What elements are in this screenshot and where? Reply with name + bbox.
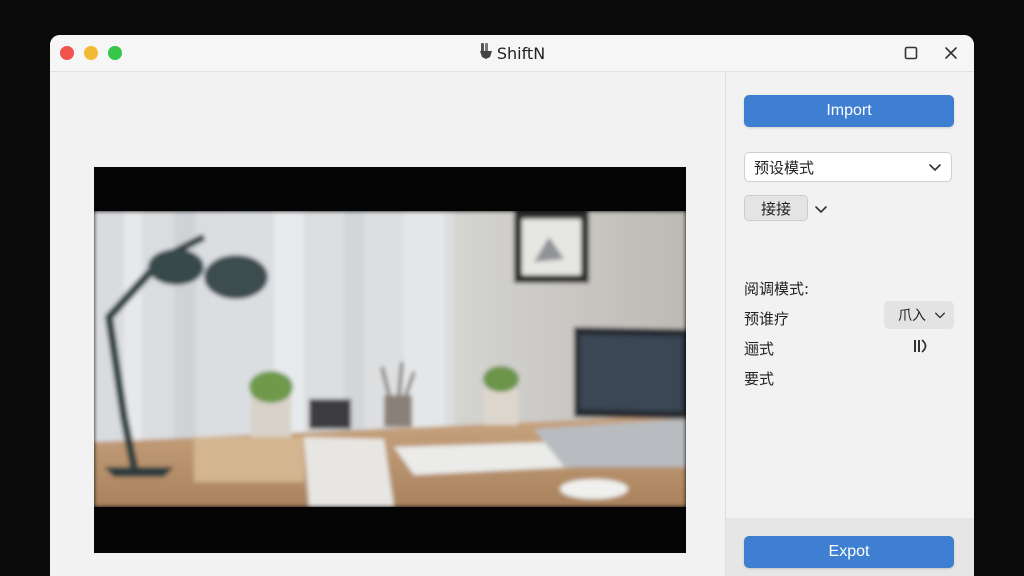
chevron-down-icon bbox=[928, 160, 942, 178]
row1-select-value: 爪入 bbox=[898, 308, 926, 324]
desk-photo bbox=[94, 167, 686, 553]
window-restore-icon[interactable] bbox=[900, 42, 922, 64]
app-logo-icon bbox=[479, 42, 493, 64]
window-maximize-button[interactable] bbox=[108, 46, 122, 60]
option-button[interactable]: 接接 bbox=[744, 195, 808, 221]
export-area: Expot bbox=[726, 518, 974, 576]
settings-sidebar: Import 预设模式 接接 阅调模式: 预谁疗 爪入 逦式 要式 Expot bbox=[726, 72, 974, 576]
title-bar: ShiftN bbox=[50, 35, 974, 72]
chevron-down-icon[interactable] bbox=[814, 201, 828, 220]
chevron-down-icon bbox=[934, 309, 946, 325]
export-button[interactable]: Expot bbox=[744, 536, 954, 568]
row2-label: 逦式 bbox=[744, 340, 775, 358]
row1-select[interactable]: 爪入 bbox=[884, 301, 954, 329]
window-title: ShiftN bbox=[496, 43, 546, 63]
close-icon[interactable] bbox=[940, 42, 962, 64]
image-preview[interactable] bbox=[94, 167, 686, 553]
image-canvas-area bbox=[50, 72, 726, 576]
preset-mode-select[interactable]: 预设模式 bbox=[744, 152, 952, 182]
window-minimize-button[interactable] bbox=[84, 46, 98, 60]
toggle-icon[interactable] bbox=[911, 338, 931, 358]
row1-label: 预谁疗 bbox=[744, 310, 790, 328]
section-label: 阅调模式: bbox=[744, 280, 810, 298]
app-window: ShiftN Import 预设模式 接接 阅调模式: 预谁疗 爪入 逦式 要式… bbox=[50, 35, 974, 576]
window-close-button[interactable] bbox=[60, 46, 74, 60]
import-button[interactable]: Import bbox=[744, 95, 954, 127]
row3-label: 要式 bbox=[744, 370, 775, 388]
preset-mode-value: 预设模式 bbox=[754, 158, 815, 177]
